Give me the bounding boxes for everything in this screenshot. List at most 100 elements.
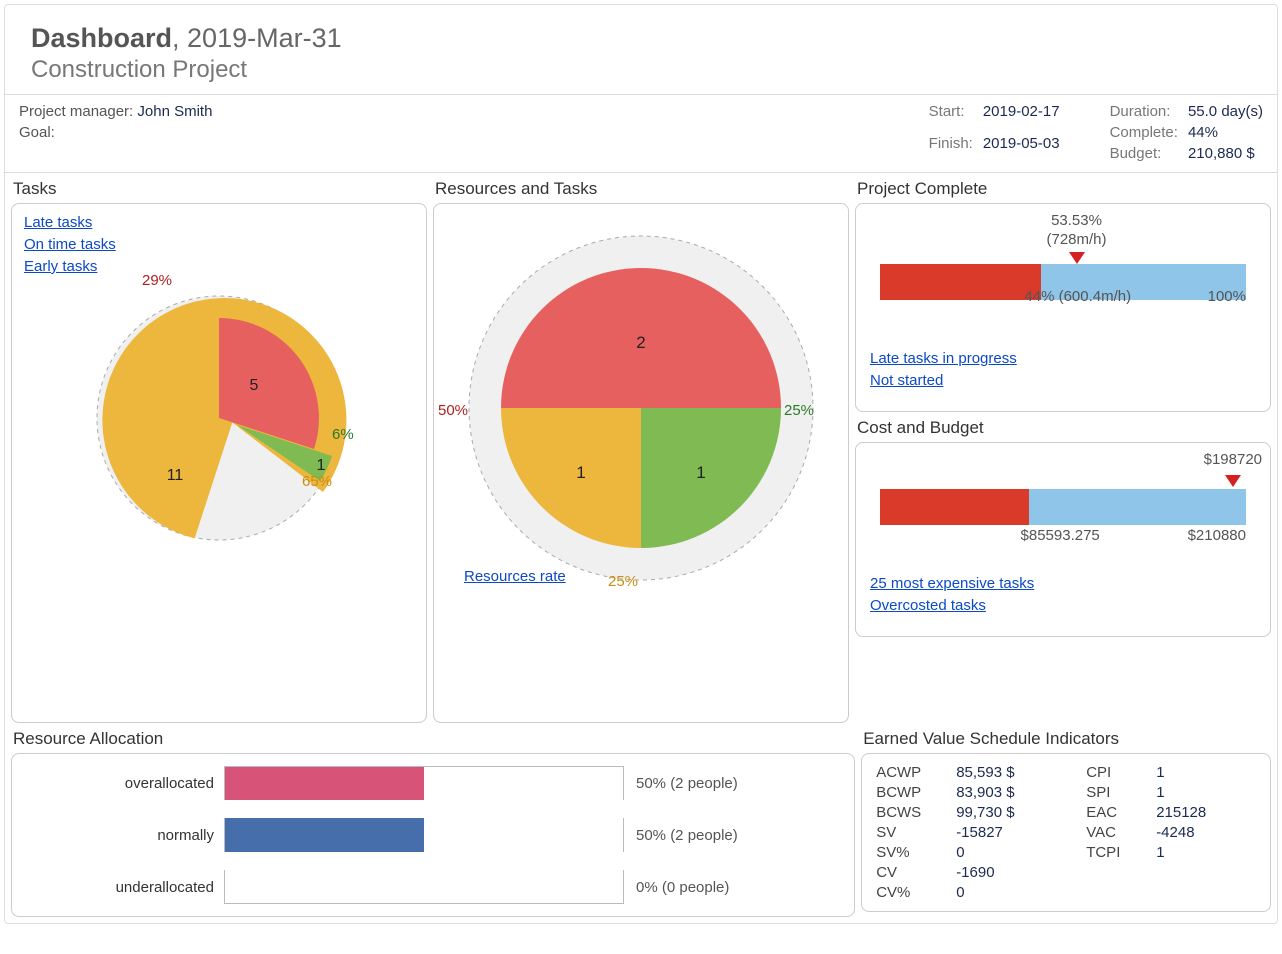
evi-k: SV <box>876 824 946 841</box>
cb-marker-icon <box>1225 475 1241 487</box>
panel-title-evi: Earned Value Schedule Indicators <box>861 729 1271 749</box>
alloc-body: overallocated 50% (2 people) normally 50… <box>11 753 855 917</box>
evi-v: -4248 <box>1156 824 1246 841</box>
tasks-pie-chart: 5 1 11 <box>59 278 379 558</box>
panel-evi: Earned Value Schedule Indicators ACWP 85,… <box>861 729 1271 917</box>
start-label: Start: <box>929 103 973 131</box>
finish-value: 2019-05-03 <box>983 135 1060 163</box>
pct-res-red: 50% <box>438 402 468 419</box>
alloc-val-normal: 50% (2 people) <box>624 827 842 844</box>
evi-v: 1 <box>1156 784 1246 801</box>
goal-label: Goal: <box>19 124 55 141</box>
pie-lbl-early: 1 <box>317 457 326 474</box>
panels-row-1: Tasks Late tasks On time tasks Early tas… <box>5 173 1277 729</box>
panel-title-pc: Project Complete <box>855 179 1271 199</box>
evi-k: EAC <box>1086 804 1146 821</box>
pie-lbl-ontime: 11 <box>167 467 184 484</box>
evi-v: 85,593 $ <box>956 764 1076 781</box>
evi-v: 0 <box>956 844 1076 861</box>
resources-pie-chart: 2 1 1 <box>451 218 831 598</box>
evi-k: CV <box>876 864 946 881</box>
alloc-bar-under <box>224 870 624 904</box>
evi-v: 1 <box>1156 764 1246 781</box>
cb-seg-remaining <box>1029 489 1246 525</box>
info-bar: Project manager: John Smith Goal: Start:… <box>5 95 1277 173</box>
budget-value: 210,880 $ <box>1188 145 1263 162</box>
pct-res-green: 25% <box>784 402 814 419</box>
evi-v: 83,903 $ <box>956 784 1076 801</box>
alloc-bar-normal <box>224 818 624 852</box>
pc-below-right: 100% <box>1208 288 1246 305</box>
evi-v: 0 <box>956 884 1076 901</box>
start-value: 2019-02-17 <box>983 103 1060 131</box>
title-date: , 2019-Mar-31 <box>172 23 342 53</box>
evi-k: VAC <box>1086 824 1146 841</box>
panel-cost-budget: Cost and Budget $198720 $85593.275 $2108… <box>855 418 1271 637</box>
alloc-val-under: 0% (0 people) <box>624 879 842 896</box>
evi-k: TCPI <box>1086 844 1146 861</box>
pm-label: Project manager: <box>19 103 133 120</box>
evi-v: 215128 <box>1156 804 1246 821</box>
evi-k: SPI <box>1086 784 1146 801</box>
dashboard-root: Dashboard, 2019-Mar-31 Construction Proj… <box>4 4 1278 924</box>
link-resources-rate[interactable]: Resources rate <box>464 568 566 585</box>
panels-row-2: Resource Allocation overallocated 50% (2… <box>5 729 1277 923</box>
evi-k: BCWS <box>876 804 946 821</box>
pc-marker-icon <box>1069 252 1085 264</box>
duration-value: 55.0 day(s) <box>1188 103 1263 120</box>
pm-row: Project manager: John Smith <box>19 103 212 120</box>
cb-seg-spent <box>880 489 1029 525</box>
pm-value: John Smith <box>137 103 212 120</box>
panel-resource-allocation: Resource Allocation overallocated 50% (2… <box>11 729 855 917</box>
duration-label: Duration: <box>1110 103 1178 120</box>
right-column: Project Complete 53.53% (728m/h) 44% (60… <box>855 179 1271 723</box>
svg-text:1: 1 <box>576 463 585 482</box>
stats-block: Duration: 55.0 day(s) Complete: 44% Budg… <box>1110 103 1263 162</box>
panel-title-resources: Resources and Tasks <box>433 179 849 199</box>
panel-project-complete: Project Complete 53.53% (728m/h) 44% (60… <box>855 179 1271 412</box>
complete-value: 44% <box>1188 124 1263 141</box>
link-late-tasks[interactable]: Late tasks <box>24 214 116 231</box>
link-ontime-tasks[interactable]: On time tasks <box>24 236 116 253</box>
panel-title-tasks: Tasks <box>11 179 427 199</box>
pct-res-orange: 25% <box>608 573 638 590</box>
link-not-started[interactable]: Not started <box>870 372 1256 389</box>
link-late-progress[interactable]: Late tasks in progress <box>870 350 1256 367</box>
pc-marker-label: 53.53% (728m/h) <box>1046 212 1106 250</box>
header: Dashboard, 2019-Mar-31 Construction Proj… <box>5 5 1277 95</box>
evi-body: ACWP 85,593 $ CPI 1 BCWP 83,903 $ SPI 1 BCWS… <box>861 753 1271 912</box>
dates-block: Start: 2019-02-17 Finish: 2019-05-03 <box>929 103 1060 162</box>
evi-k: SV% <box>876 844 946 861</box>
pct-ontime: 65% <box>302 473 332 490</box>
evi-k: CPI <box>1086 764 1146 781</box>
page-title: Dashboard, 2019-Mar-31 <box>31 23 1251 54</box>
alloc-label-over: overallocated <box>24 775 224 792</box>
pc-progress: 53.53% (728m/h) 44% (600.4m/h) 100% <box>870 214 1256 328</box>
panel-resources: Resources and Tasks 2 1 1 <box>433 179 849 723</box>
evi-k: BCWP <box>876 784 946 801</box>
alloc-label-under: underallocated <box>24 879 224 896</box>
link-early-tasks[interactable]: Early tasks <box>24 258 116 275</box>
link-overcosted-tasks[interactable]: Overcosted tasks <box>870 597 1256 614</box>
link-expensive-tasks[interactable]: 25 most expensive tasks <box>870 575 1256 592</box>
evi-v: 99,730 $ <box>956 804 1076 821</box>
alloc-bar-over <box>224 766 624 800</box>
finish-label: Finish: <box>929 135 973 163</box>
pct-early: 6% <box>332 426 354 443</box>
pc-below-left: 44% (600.4m/h) <box>1024 288 1131 305</box>
budget-label: Budget: <box>1110 145 1178 162</box>
pie-lbl-late: 5 <box>250 377 259 394</box>
panel-tasks: Tasks Late tasks On time tasks Early tas… <box>11 179 427 723</box>
title-main: Dashboard <box>31 23 172 53</box>
evi-v: 1 <box>1156 844 1246 861</box>
complete-label: Complete: <box>1110 124 1178 141</box>
panel-title-alloc: Resource Allocation <box>11 729 855 749</box>
goal-row: Goal: <box>19 124 212 141</box>
evi-k: ACWP <box>876 764 946 781</box>
cb-progress: $198720 $85593.275 $210880 <box>870 453 1256 553</box>
evi-k: CV% <box>876 884 946 901</box>
alloc-label-normal: normally <box>24 827 224 844</box>
pct-late: 29% <box>142 272 172 289</box>
cb-below-right: $210880 <box>1188 527 1246 544</box>
svg-text:2: 2 <box>636 333 645 352</box>
